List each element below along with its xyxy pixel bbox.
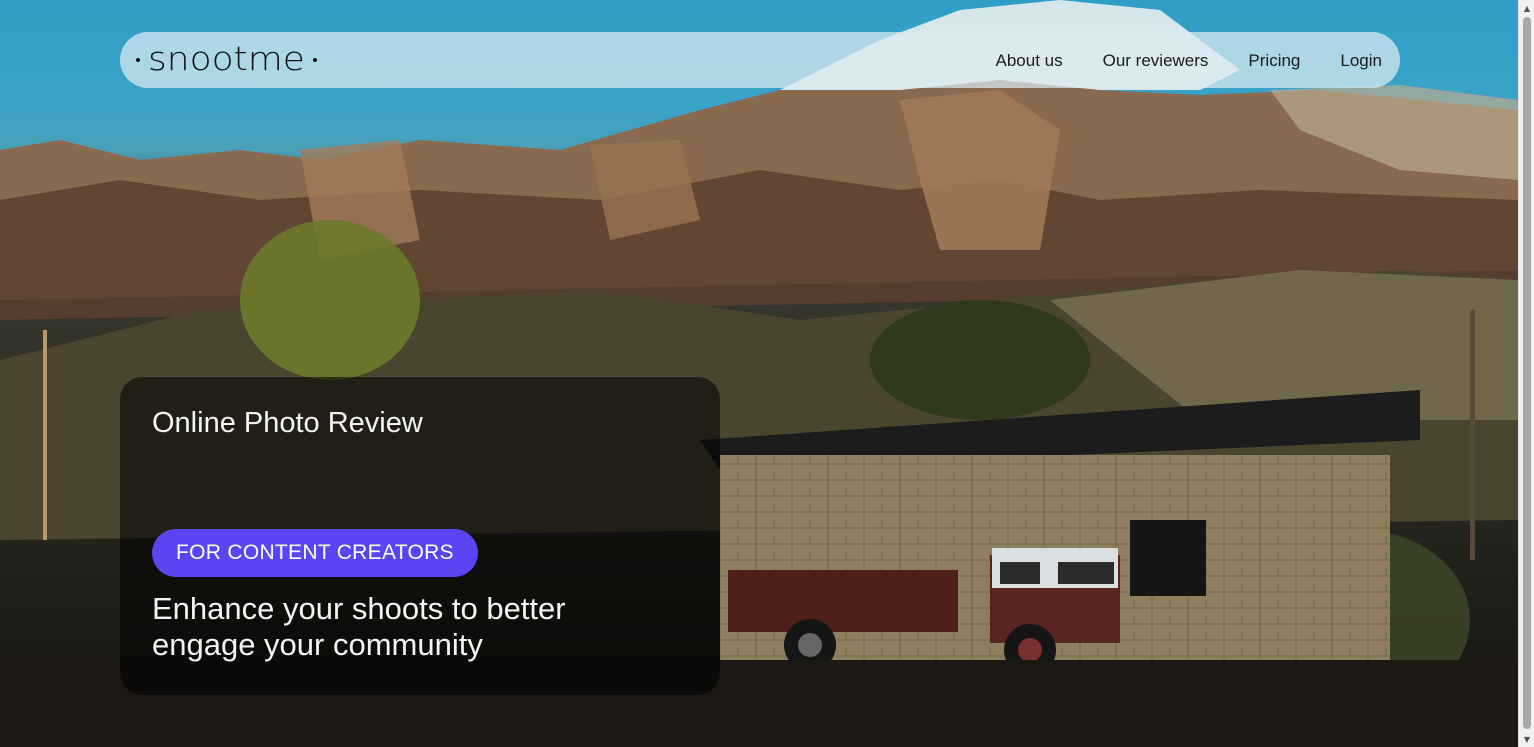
content-creators-button[interactable]: FOR CONTENT CREATORS [152,529,478,577]
hero-title: Online Photo Review [152,407,423,439]
hero-tagline: Enhance your shoots to better engage you… [152,591,566,662]
nav-link-our-reviewers[interactable]: Our reviewers [1103,51,1209,71]
scroll-down-arrow-icon[interactable]: ▼ [1519,731,1534,747]
scroll-up-arrow-icon[interactable]: ▲ [1519,0,1534,16]
logo-text: snootme [148,40,305,79]
nav-links: About us Our reviewers Pricing Login [996,51,1383,71]
logo-dot-right [312,58,317,62]
page-scrollbar[interactable]: ▲ ▼ [1518,0,1534,747]
brand-logo[interactable]: snootme [136,42,317,78]
hero-card: Online Photo Review FOR CONTENT CREATORS… [120,377,720,695]
nav-link-pricing[interactable]: Pricing [1248,51,1300,71]
nav-link-about-us[interactable]: About us [996,51,1063,71]
nav-link-login[interactable]: Login [1340,51,1382,71]
scrollbar-thumb[interactable] [1523,17,1531,729]
logo-dot-left [136,58,140,62]
top-navbar: snootme About us Our reviewers Pricing L… [120,32,1400,88]
